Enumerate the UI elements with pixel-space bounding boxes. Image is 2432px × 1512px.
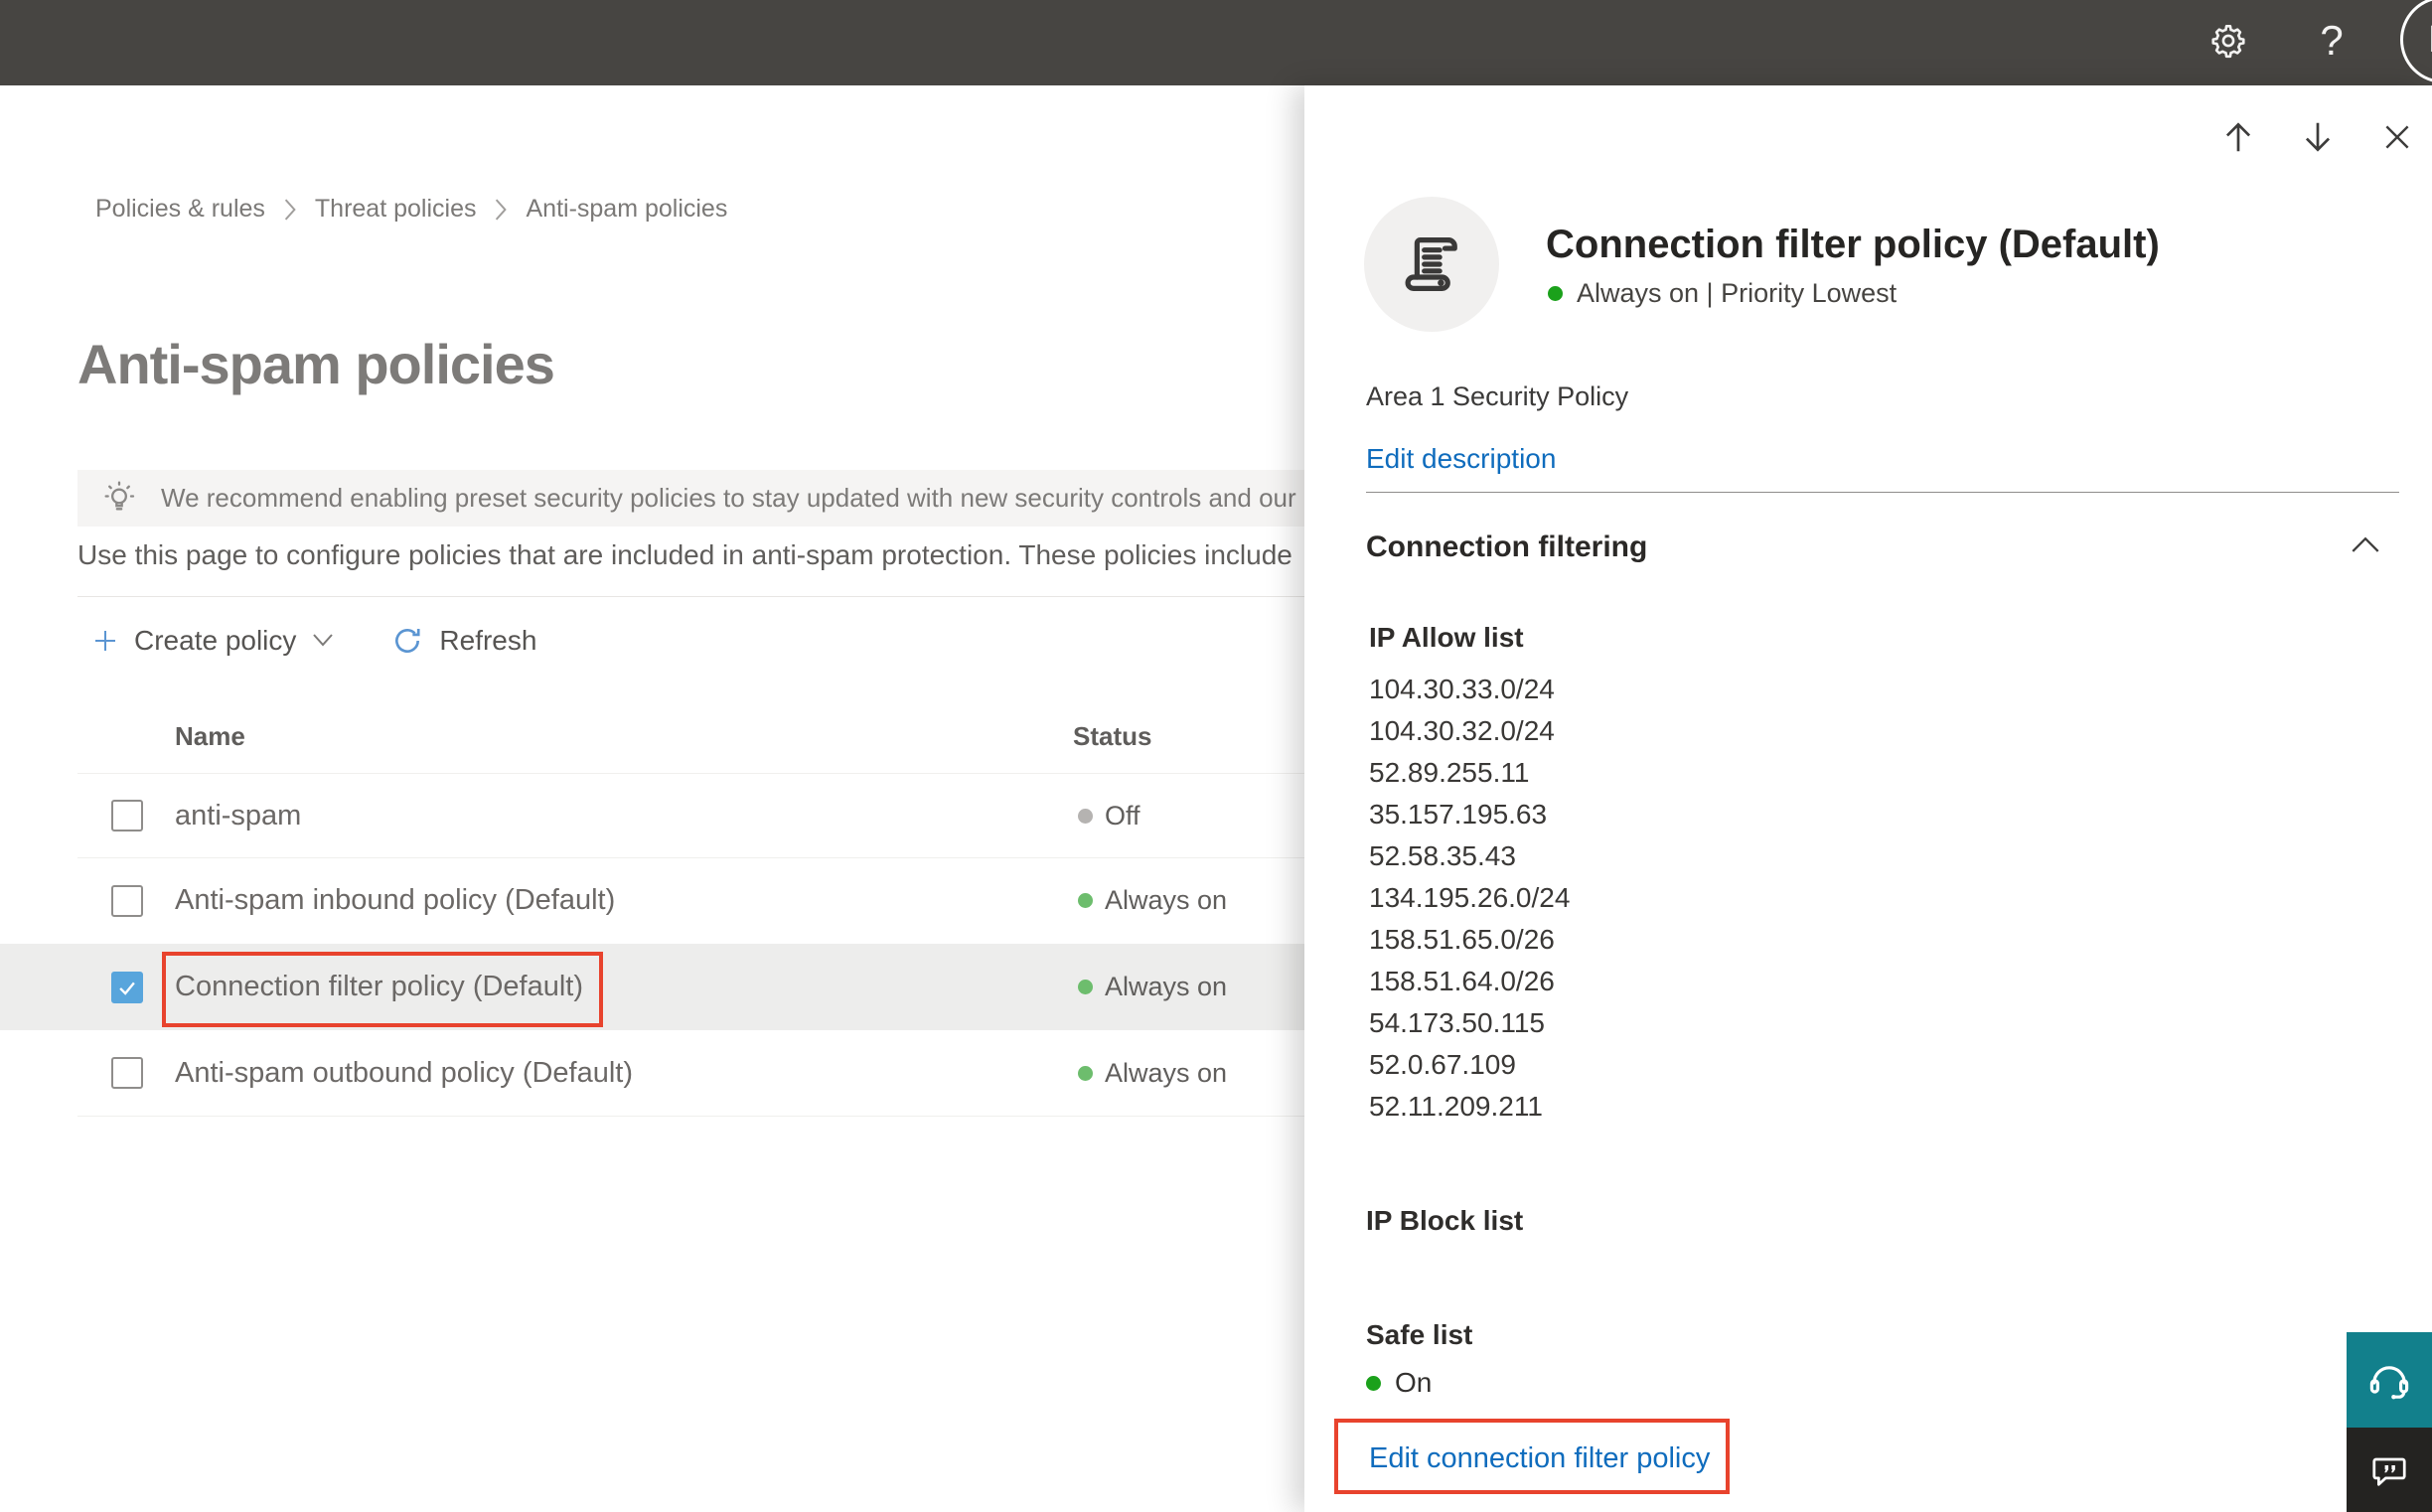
- lightbulb-icon: [99, 479, 139, 519]
- ip-allow-list-label: IP Allow list: [1369, 622, 1524, 653]
- safe-list-status: On: [1366, 1367, 1432, 1399]
- column-header-status[interactable]: Status: [1073, 721, 1151, 752]
- column-header-name[interactable]: Name: [175, 721, 245, 752]
- breadcrumb-threat-policies[interactable]: Threat policies: [315, 195, 477, 224]
- status-dot-on: [1366, 1375, 1381, 1391]
- collapse-section-button[interactable]: [2346, 525, 2385, 564]
- avatar-initial: M: [2428, 19, 2432, 62]
- table-row-anti-spam[interactable]: anti-spam Off: [0, 774, 1304, 857]
- table-row-connection-filter-policy[interactable]: Connection filter policy (Default) Alway…: [0, 944, 1304, 1030]
- breadcrumb-anti-spam-policies[interactable]: Anti-spam policies: [526, 195, 727, 224]
- refresh-label: Refresh: [439, 625, 537, 656]
- policy-description: Area 1 Security Policy: [1366, 381, 1629, 411]
- flyout-divider: [1366, 492, 2399, 493]
- flyout-status-text: Always on | Priority Lowest: [1577, 278, 1898, 308]
- status-dot-on: [1078, 980, 1093, 994]
- recommendation-banner: We recommend enabling preset security po…: [77, 470, 1304, 527]
- status-label: Off: [1105, 800, 1140, 831]
- top-app-bar: ? M: [0, 0, 2432, 85]
- ip-entry: 158.51.64.0/26: [1369, 966, 1555, 996]
- status-label: Always on: [1105, 885, 1228, 915]
- next-item-button[interactable]: [2296, 115, 2340, 159]
- policy-name-link[interactable]: Anti-spam inbound policy (Default): [175, 884, 615, 917]
- table-divider: [77, 1116, 1304, 1117]
- ip-entry: 158.51.65.0/26: [1369, 924, 1555, 955]
- flyout-title: Connection filter policy (Default): [1546, 223, 2160, 266]
- previous-item-button[interactable]: [2216, 115, 2260, 159]
- breadcrumb-policies-and-rules[interactable]: Policies & rules: [95, 195, 265, 224]
- table-row-outbound-policy[interactable]: Anti-spam outbound policy (Default) Alwa…: [0, 1030, 1304, 1116]
- table-row-inbound-policy[interactable]: Anti-spam inbound policy (Default) Alway…: [0, 858, 1304, 943]
- policy-name-link[interactable]: Anti-spam outbound policy (Default): [175, 1057, 633, 1090]
- create-policy-button[interactable]: Create policy: [92, 625, 334, 657]
- command-bar: Create policy Refresh: [92, 616, 536, 666]
- ip-allow-list: 104.30.33.0/24 104.30.32.0/24 52.89.255.…: [1369, 669, 1570, 1128]
- refresh-button[interactable]: Refresh: [391, 625, 536, 657]
- main-content: Policies & rules Threat policies Anti-sp…: [0, 85, 1304, 1512]
- ip-entry: 134.195.26.0/24: [1369, 882, 1571, 913]
- settings-button[interactable]: [2204, 18, 2253, 68]
- ip-entry: 104.30.33.0/24: [1369, 674, 1555, 704]
- page-intro-text: Use this page to configure policies that…: [77, 539, 1292, 570]
- status-dot-on: [1078, 893, 1093, 908]
- check-icon: [119, 982, 135, 995]
- help-button[interactable]: ?: [2307, 14, 2356, 68]
- headset-icon: [2369, 1366, 2409, 1400]
- page-title: Anti-spam policies: [77, 333, 555, 395]
- plus-icon: [92, 628, 118, 654]
- policy-type-avatar: [1364, 197, 1499, 332]
- safe-list-status-text: On: [1395, 1367, 1433, 1398]
- account-avatar[interactable]: M: [2400, 0, 2432, 83]
- chevron-up-icon: [2352, 536, 2379, 552]
- chevron-right-icon: [284, 198, 296, 221]
- safe-list-label: Safe list: [1366, 1319, 1473, 1350]
- status-cell: Always on: [1078, 1058, 1227, 1089]
- flyout-status-line: Always on | Priority Lowest: [1548, 278, 1897, 309]
- support-button[interactable]: [2347, 1332, 2432, 1428]
- toolbar-top-divider: [77, 596, 1304, 597]
- breadcrumb: Policies & rules Threat policies Anti-sp…: [95, 195, 727, 224]
- ip-entry: 52.0.67.109: [1369, 1049, 1516, 1080]
- ip-entry: 52.58.35.43: [1369, 840, 1516, 871]
- chevron-down-icon: [312, 633, 334, 649]
- edit-description-link[interactable]: Edit description: [1366, 443, 1556, 475]
- policy-details-flyout: Connection filter policy (Default) Alway…: [1304, 85, 2432, 1512]
- feedback-button[interactable]: [2347, 1428, 2432, 1512]
- ip-entry: 54.173.50.115: [1369, 1007, 1545, 1038]
- close-flyout-button[interactable]: [2375, 115, 2419, 159]
- ip-entry: 104.30.32.0/24: [1369, 715, 1555, 746]
- refresh-icon: [391, 625, 423, 657]
- ip-entry: 52.89.255.11: [1369, 757, 1530, 788]
- ip-entry: 35.157.195.63: [1369, 799, 1548, 830]
- status-label: Always on: [1105, 1057, 1228, 1088]
- status-cell: Off: [1078, 801, 1140, 832]
- banner-text: We recommend enabling preset security po…: [161, 483, 1304, 513]
- row-checkbox[interactable]: [111, 1057, 143, 1089]
- arrow-up-icon: [2225, 122, 2251, 152]
- status-cell: Always on: [1078, 885, 1227, 916]
- row-checkbox[interactable]: [111, 884, 143, 917]
- status-dot-on: [1078, 1065, 1093, 1081]
- edit-connection-filter-policy-link[interactable]: Edit connection filter policy: [1369, 1442, 1710, 1475]
- policy-name-link[interactable]: Connection filter policy (Default): [175, 971, 583, 1003]
- chevron-right-icon: [496, 198, 508, 221]
- row-checkbox[interactable]: [111, 800, 143, 832]
- gear-icon: [2207, 20, 2249, 67]
- policy-name-link[interactable]: anti-spam: [175, 800, 301, 832]
- status-cell: Always on: [1078, 972, 1227, 1002]
- row-checkbox-checked[interactable]: [111, 971, 143, 1003]
- status-dot-off: [1078, 808, 1093, 824]
- ip-entry: 52.11.209.211: [1369, 1091, 1543, 1122]
- ip-block-list-label: IP Block list: [1366, 1205, 1524, 1236]
- arrow-down-icon: [2305, 122, 2331, 152]
- feedback-chat-icon: [2372, 1457, 2406, 1486]
- section-connection-filtering: Connection filtering: [1366, 530, 1648, 563]
- create-policy-label: Create policy: [134, 625, 297, 656]
- scroll-icon: [1393, 226, 1470, 303]
- help-icon: ?: [2320, 17, 2344, 64]
- close-icon: [2385, 125, 2409, 149]
- status-dot-on: [1548, 286, 1563, 301]
- status-label: Always on: [1105, 972, 1228, 1001]
